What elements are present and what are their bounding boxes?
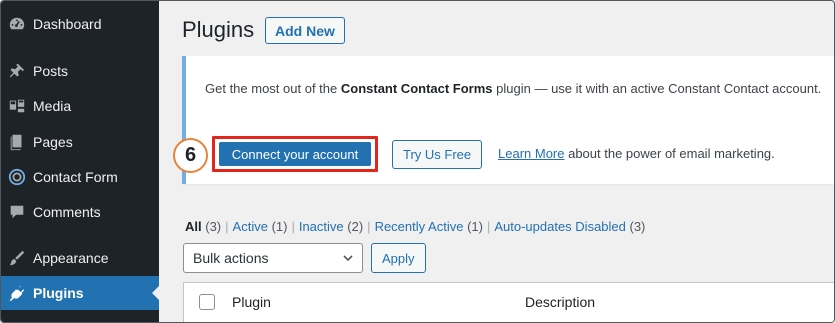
filter-active[interactable]: Active: [233, 219, 268, 234]
plugins-table-header: Plugin Description: [183, 282, 834, 322]
filter-all[interactable]: All: [185, 219, 202, 234]
notice-message: Get the most out of the Constant Contact…: [205, 81, 822, 96]
filter-recently-active[interactable]: Recently Active: [375, 219, 464, 234]
paintbrush-icon: [7, 248, 27, 268]
plugin-icon: [7, 283, 27, 303]
sidebar-item-media[interactable]: Media: [1, 89, 159, 123]
column-header-plugin: Plugin: [232, 294, 271, 310]
constant-contact-notice: Get the most out of the Constant Contact…: [173, 56, 834, 184]
select-all-checkbox[interactable]: [199, 294, 215, 310]
filter-auto-updates-disabled[interactable]: Auto-updates Disabled: [494, 219, 626, 234]
pages-icon: [7, 132, 27, 152]
column-header-description: Description: [525, 294, 596, 310]
step-number-badge: 6: [173, 138, 208, 173]
connect-account-button[interactable]: Connect your account: [219, 142, 371, 166]
plugin-status-filters: All (3) | Active (1) | Inactive (2) | Recently…: [185, 219, 646, 234]
learn-more-text: Learn More about the power of email mark…: [498, 146, 775, 161]
bulk-actions-value: Bulk actions: [193, 250, 269, 266]
bulk-actions-select[interactable]: Bulk actions: [183, 243, 363, 273]
sidebar-item-label: Appearance: [33, 250, 109, 266]
apply-button[interactable]: Apply: [371, 243, 426, 273]
sidebar-item-dashboard[interactable]: Dashboard: [1, 7, 159, 41]
chevron-down-icon: [343, 255, 353, 262]
highlight-box: 6 Connect your account: [173, 136, 378, 173]
sidebar-item-label: Media: [33, 98, 72, 114]
sidebar-item-contact-form[interactable]: Contact Form: [1, 160, 159, 194]
sidebar-item-appearance[interactable]: Appearance: [1, 241, 159, 275]
dashboard-icon: [7, 14, 27, 34]
comment-icon: [7, 202, 27, 222]
sidebar-item-plugins[interactable]: Plugins: [1, 276, 160, 310]
sidebar-item-posts[interactable]: Posts: [1, 54, 159, 88]
app-window: Dashboard Posts Media Pages Contact Form: [0, 0, 835, 323]
add-new-button[interactable]: Add New: [265, 17, 345, 44]
sidebar-item-label: Posts: [33, 63, 69, 79]
sidebar-item-label: Dashboard: [33, 16, 102, 32]
pushpin-icon: [7, 61, 27, 81]
learn-more-link[interactable]: Learn More: [498, 146, 564, 161]
sidebar-item-label: Pages: [33, 134, 73, 150]
sidebar-item-label: Plugins: [33, 285, 84, 301]
try-us-free-button[interactable]: Try Us Free: [392, 140, 483, 169]
page-title: Plugins: [182, 17, 255, 42]
filter-inactive[interactable]: Inactive: [299, 219, 344, 234]
admin-sidebar: Dashboard Posts Media Pages Contact Form: [1, 1, 160, 322]
main-content: Plugins Add New Get the most out of the …: [159, 1, 834, 322]
sidebar-item-label: Contact Form: [33, 169, 118, 185]
sidebar-item-pages[interactable]: Pages: [1, 125, 159, 159]
contact-form-icon: [7, 167, 27, 187]
sidebar-item-comments[interactable]: Comments: [1, 195, 159, 229]
media-icon: [7, 96, 27, 116]
sidebar-item-label: Comments: [33, 204, 101, 220]
notice-plugin-name: Constant Contact Forms: [340, 81, 493, 96]
